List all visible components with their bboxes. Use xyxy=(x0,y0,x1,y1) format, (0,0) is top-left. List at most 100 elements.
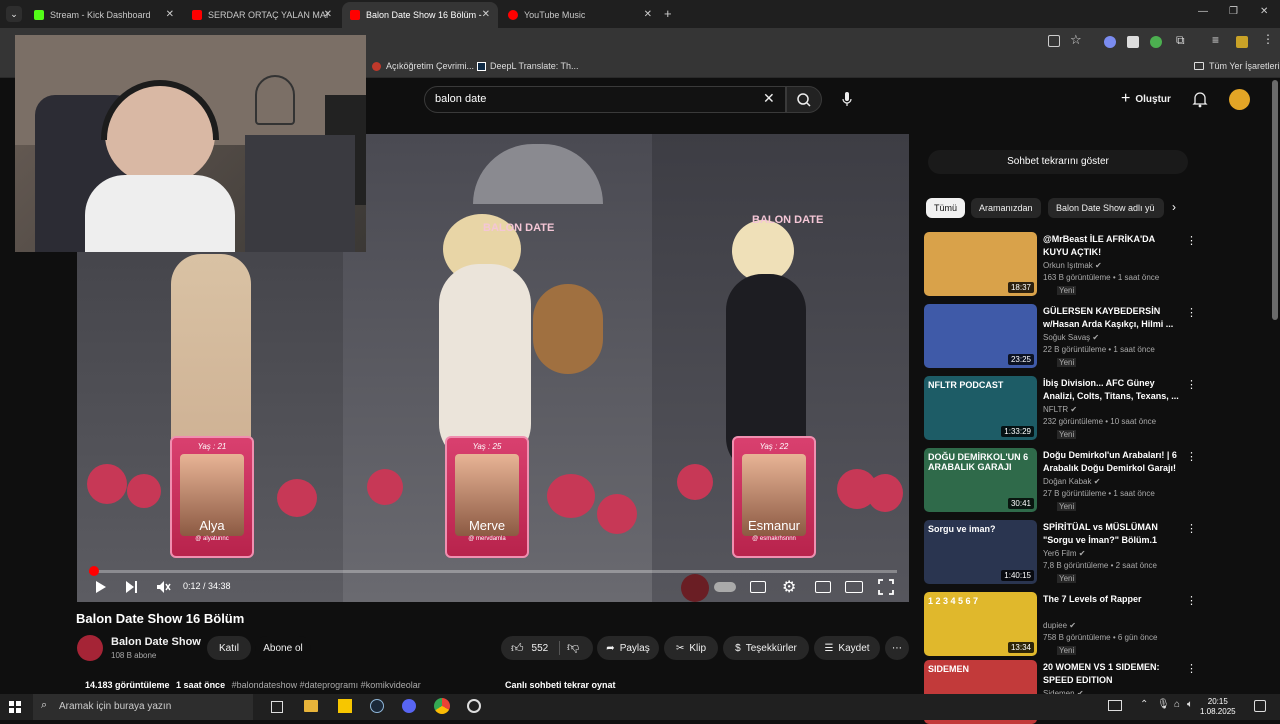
microphone-icon[interactable]: 🎙︎ xyxy=(1157,699,1170,710)
extension-icon[interactable] xyxy=(1150,36,1162,48)
steam-icon[interactable] xyxy=(370,699,384,713)
close-icon[interactable]: ✕ xyxy=(644,9,652,20)
task-view-icon[interactable] xyxy=(271,701,283,713)
more-vertical-icon[interactable]: ⋮ xyxy=(1186,234,1197,247)
reading-list-icon[interactable]: ≡ xyxy=(1212,33,1219,47)
close-icon[interactable]: ✕ xyxy=(324,9,332,20)
all-bookmarks-button[interactable]: Tüm Yer İşaretleri xyxy=(1209,61,1280,71)
microphone-icon[interactable] xyxy=(838,90,856,108)
video-thumbnail[interactable]: NFLTR PODCAST 1:33:29 xyxy=(924,376,1037,440)
autoplay-toggle[interactable] xyxy=(714,582,736,592)
chip-all[interactable]: Tümü xyxy=(926,198,966,218)
thumbs-down-icon[interactable]: 👎︎ xyxy=(567,640,579,655)
more-vertical-icon[interactable]: ⋮ xyxy=(1186,662,1197,675)
video-thumbnail[interactable]: 23:25 xyxy=(924,304,1037,368)
account-avatar[interactable] xyxy=(1229,89,1250,110)
chevron-right-icon[interactable]: › xyxy=(1172,200,1176,214)
join-button[interactable]: Katıl xyxy=(207,636,251,660)
recommendation-title[interactable]: GÜLERSEN KAYBEDERSİN w/Hasan Arda Kaşıkç… xyxy=(1043,305,1179,331)
more-actions-button[interactable]: ⋯ xyxy=(885,636,909,660)
bookmark-deepl[interactable]: DeepL Translate: Th... xyxy=(490,61,579,71)
recommendation-channel[interactable]: NFLTR ✔ xyxy=(1043,405,1077,414)
extensions-puzzle-icon[interactable]: ⧉ xyxy=(1176,33,1185,48)
progress-bar[interactable] xyxy=(88,566,897,576)
close-icon[interactable]: ✕ xyxy=(482,9,490,20)
video-thumbnail[interactable]: 18:37 xyxy=(924,232,1037,296)
recommendation-item[interactable]: 1 2 3 4 5 6 7 13:34 The 7 Levels of Rapper… xyxy=(924,592,1197,656)
recommendation-channel[interactable]: Orkun Işıtmak ✔ xyxy=(1043,261,1102,270)
bookmark-star-icon[interactable]: ☆ xyxy=(1070,32,1082,48)
chip-channel[interactable]: Balon Date Show adlı yü xyxy=(1048,198,1164,218)
notifications-icon[interactable] xyxy=(1254,700,1266,712)
recommendation-title[interactable]: İbiş Division... AFC Güney Analizi, Colt… xyxy=(1043,377,1179,403)
tab-kick-dashboard[interactable]: Stream - Kick Dashboard ✕ xyxy=(26,2,182,28)
minimize-button[interactable]: — xyxy=(1198,6,1208,17)
more-vertical-icon[interactable]: ⋮ xyxy=(1186,378,1197,391)
settings-gear-icon[interactable]: ⚙ xyxy=(782,577,796,597)
recommendation-title[interactable]: The 7 Levels of Rapper xyxy=(1043,593,1179,606)
obs-icon[interactable] xyxy=(467,699,481,713)
cast-icon[interactable] xyxy=(1048,35,1060,47)
recommendation-title[interactable]: 20 WOMEN VS 1 SIDEMEN: SPEED EDITION xyxy=(1043,661,1179,687)
more-vertical-icon[interactable]: ⋮ xyxy=(1186,450,1197,463)
video-thumbnail[interactable]: 1 2 3 4 5 6 7 13:34 xyxy=(924,592,1037,656)
recommendation-title[interactable]: @MrBeast İLE AFRİKA'DA KUYU AÇTIK! xyxy=(1043,233,1179,259)
clear-search-icon[interactable]: ✕ xyxy=(763,90,775,107)
window-close-button[interactable]: ✕ xyxy=(1260,6,1268,17)
network-icon[interactable]: ⌂ xyxy=(1174,699,1180,710)
subscribe-button[interactable]: Abone ol xyxy=(255,636,311,660)
recommendation-item[interactable]: NFLTR PODCAST 1:33:29 İbiş Division... AFC… xyxy=(924,376,1197,440)
volume-icon[interactable]: 🔈︎ xyxy=(1187,699,1193,710)
share-button[interactable]: ➦ Paylaş xyxy=(597,636,659,660)
miniplayer-icon[interactable] xyxy=(815,581,831,593)
recommendation-channel[interactable]: dupiee ✔ xyxy=(1043,621,1076,630)
chip-from-search[interactable]: Aramanızdan xyxy=(971,198,1041,218)
windows-start-icon[interactable] xyxy=(9,701,21,713)
restore-button[interactable]: ❐ xyxy=(1229,6,1238,17)
like-count[interactable]: 552 xyxy=(532,643,549,654)
notifications-bell-icon[interactable] xyxy=(1192,90,1208,108)
chrome-icon[interactable] xyxy=(434,698,450,714)
scrollbar[interactable] xyxy=(1272,80,1278,320)
extension-icon[interactable] xyxy=(1104,36,1116,48)
recommendation-item[interactable]: DOĞU DEMİRKOL'UN 6 ARABALIK GARAJI 30:41 D… xyxy=(924,448,1197,512)
video-thumbnail[interactable]: Sorgu ve iman? 1:40:15 xyxy=(924,520,1037,584)
tray-chevron-up-icon[interactable]: ⌃ xyxy=(1140,699,1148,710)
recommendation-item[interactable]: 23:25 GÜLERSEN KAYBEDERSİN w/Hasan Arda K… xyxy=(924,304,1197,368)
file-explorer-icon[interactable] xyxy=(304,700,318,712)
recommendation-channel[interactable]: Yer6 Film ✔ xyxy=(1043,549,1085,558)
taskbar-search-input[interactable]: ⌕ Aramak için buraya yazın xyxy=(33,694,253,720)
more-vertical-icon[interactable]: ⋮ xyxy=(1186,594,1197,607)
thumbs-up-icon[interactable]: 👍︎ xyxy=(511,641,524,656)
tab-balon-date-show[interactable]: Balon Date Show 16 Bölüm - Yo ✕ xyxy=(342,2,498,28)
create-button[interactable]: + Oluştur xyxy=(1121,90,1171,108)
thanks-button[interactable]: $ Teşekkürler xyxy=(723,636,809,660)
video-thumbnail[interactable]: DOĞU DEMİRKOL'UN 6 ARABALIK GARAJI 30:41 xyxy=(924,448,1037,512)
video-description-stats[interactable]: 14.183 görüntüleme 1 saat önce #balondat… xyxy=(85,680,421,690)
close-icon[interactable]: ✕ xyxy=(166,9,174,20)
muted-volume-icon[interactable] xyxy=(155,579,171,595)
play-icon[interactable] xyxy=(93,580,107,594)
more-vertical-icon[interactable]: ⋮ xyxy=(1186,306,1197,319)
subtitles-icon[interactable] xyxy=(750,581,766,593)
search-input[interactable]: balon date ✕ xyxy=(424,86,786,113)
recommendation-item[interactable]: Sorgu ve iman? 1:40:15 SPİRİTÜAL vs MÜSLÜM… xyxy=(924,520,1197,584)
discord-icon[interactable] xyxy=(402,699,416,713)
theater-mode-icon[interactable] xyxy=(845,581,863,593)
recommendation-channel[interactable]: Doğan Kabak ✔ xyxy=(1043,477,1100,486)
show-chat-replay-button[interactable]: Sohbet tekrarını göster xyxy=(928,150,1188,174)
tab-youtube-music[interactable]: YouTube Music ✕ xyxy=(500,2,660,28)
extension-icon[interactable] xyxy=(1127,36,1139,48)
clip-button[interactable]: ✂ Klip xyxy=(664,636,718,660)
recommendation-channel[interactable]: Soğuk Savaş ✔ xyxy=(1043,333,1099,342)
sticky-notes-icon[interactable] xyxy=(338,699,352,713)
tab-serdar-ortac[interactable]: SERDAR ORTAÇ YALAN MAKİNE ✕ xyxy=(184,2,340,28)
recommendation-item[interactable]: 18:37 @MrBeast İLE AFRİKA'DA KUYU AÇTIK! O… xyxy=(924,232,1197,296)
fullscreen-icon[interactable] xyxy=(878,579,894,595)
save-button[interactable]: ☰ Kaydet xyxy=(814,636,880,660)
tab-search-button[interactable]: ⌄ xyxy=(6,6,22,22)
next-icon[interactable] xyxy=(124,580,138,594)
keyboard-icon[interactable] xyxy=(1108,700,1122,711)
recommendation-title[interactable]: Doğu Demirkol'un Arabaları! | 6 Arabalık… xyxy=(1043,449,1179,475)
profile-icon[interactable] xyxy=(1236,36,1248,48)
